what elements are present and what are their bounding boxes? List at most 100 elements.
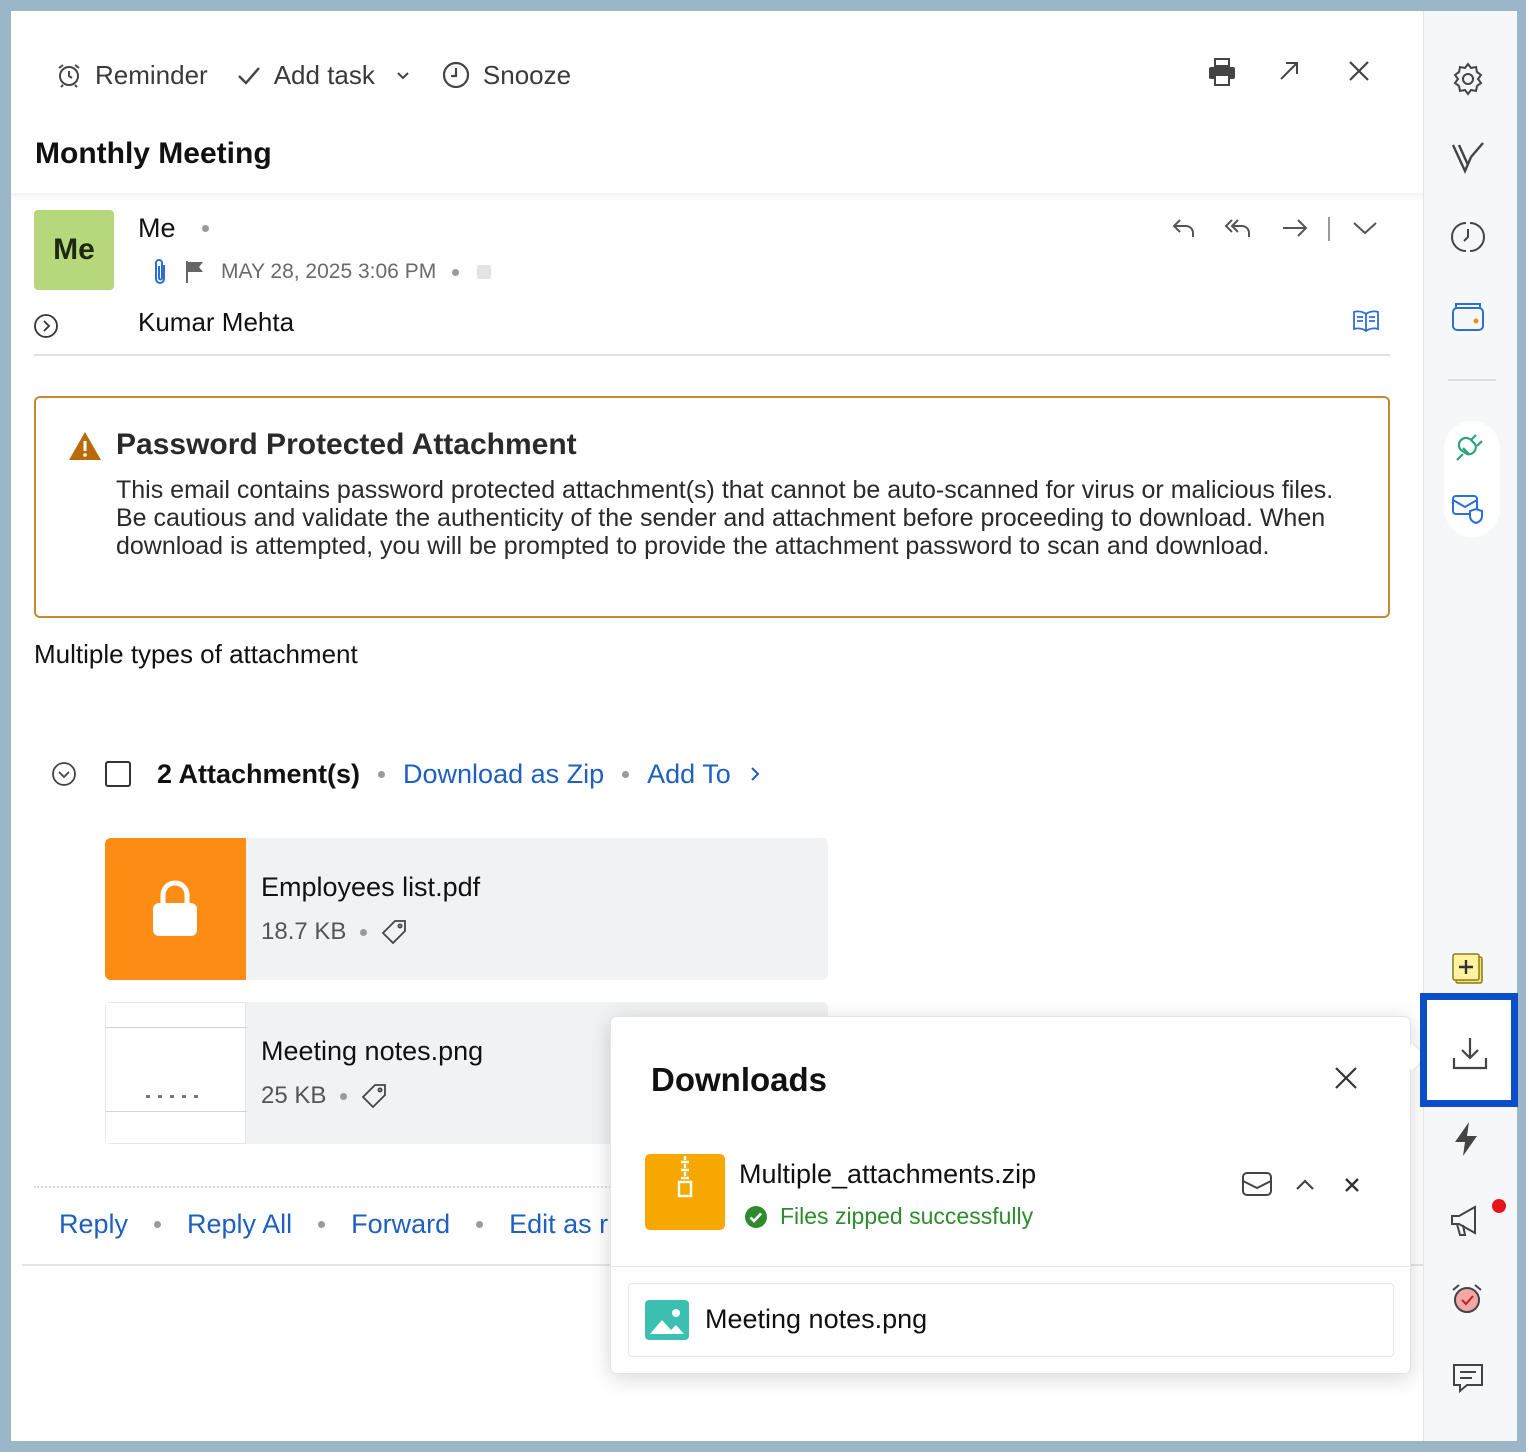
attachment-size-row: 25 KB xyxy=(261,1082,387,1110)
mail-toolbar: Reminder Add task Snooze xyxy=(55,55,599,95)
download-status: Files zipped successfully xyxy=(744,1203,1033,1230)
collapse-attachments-icon[interactable] xyxy=(51,761,77,787)
attachment-name: Employees list.pdf xyxy=(261,872,481,902)
lock-icon xyxy=(152,879,198,937)
separator-dot xyxy=(476,1221,484,1228)
attachment-card[interactable]: Employees list.pdf 18.7 KB xyxy=(105,838,828,980)
tag-icon[interactable] xyxy=(361,1083,387,1109)
print-icon[interactable] xyxy=(1207,57,1237,87)
warning-message: This email contains password protected a… xyxy=(116,476,1334,560)
plugin-icon[interactable] xyxy=(1450,431,1486,467)
email-date: MAY 28, 2025 3:06 PM xyxy=(221,260,437,283)
snooze-button[interactable]: Snooze xyxy=(441,60,571,91)
zia-logo-icon[interactable] xyxy=(1450,139,1486,175)
chevron-right-icon[interactable] xyxy=(749,766,761,782)
expand-icon[interactable] xyxy=(1277,59,1301,83)
separator-dot xyxy=(340,1092,348,1100)
locked-file-thumbnail xyxy=(105,838,246,980)
attachment-size: 18.7 KB xyxy=(261,918,347,945)
reminder-label: Reminder xyxy=(95,59,208,90)
add-to-link[interactable]: Add To xyxy=(647,759,731,790)
action-divider xyxy=(1328,217,1330,241)
rail-divider xyxy=(1448,379,1496,381)
download-zip-link[interactable]: Download as Zip xyxy=(403,759,604,790)
status-dot xyxy=(201,225,209,232)
sync-circle-icon[interactable] xyxy=(1450,219,1486,255)
chat-icon[interactable] xyxy=(1451,1361,1485,1395)
checkmark-icon xyxy=(236,62,262,88)
reply-all-icon[interactable] xyxy=(1224,215,1254,241)
download-tray-icon xyxy=(1452,1036,1488,1070)
add-task-dropdown[interactable] xyxy=(395,67,411,83)
download-file-name: Meeting notes.png xyxy=(705,1304,928,1334)
recipient-name[interactable]: Kumar Mehta xyxy=(138,307,294,338)
email-subject: Monthly Meeting xyxy=(35,137,272,170)
image-thumbnail xyxy=(105,1002,247,1144)
download-status-text: Files zipped successfully xyxy=(780,1203,1034,1229)
warning-title: Password Protected Attachment xyxy=(116,428,577,461)
more-actions-chevron-icon[interactable] xyxy=(1352,219,1378,237)
announcement-icon[interactable] xyxy=(1449,1203,1485,1239)
close-icon[interactable] xyxy=(1347,59,1371,83)
avatar[interactable]: Me xyxy=(34,210,114,290)
label-tag-icon[interactable] xyxy=(477,265,492,279)
paperclip-icon xyxy=(151,257,169,287)
zip-icon xyxy=(645,1154,725,1230)
remove-download-icon[interactable] xyxy=(1344,1177,1360,1193)
lightning-icon[interactable] xyxy=(1451,1121,1481,1157)
expand-recipients-icon[interactable] xyxy=(33,313,59,339)
subject-divider xyxy=(11,193,1423,201)
separator-dot xyxy=(154,1221,162,1228)
sender-name[interactable]: Me xyxy=(138,213,176,244)
email-body: Multiple types of attachment xyxy=(34,639,358,669)
reply-actions-bar: Reply Reply All Forward Edit as r xyxy=(59,1209,608,1240)
settings-gear-icon[interactable] xyxy=(1450,61,1486,97)
clock-icon xyxy=(441,60,471,90)
add-task-button[interactable]: Add task xyxy=(236,60,375,91)
separator-dot xyxy=(318,1221,326,1228)
separator-dot xyxy=(378,770,386,778)
attachment-size-row: 18.7 KB xyxy=(261,918,407,946)
app-window: Reminder Add task Snooze Monthly Meeting… xyxy=(11,11,1518,1441)
download-item[interactable]: Meeting notes.png xyxy=(628,1283,1394,1357)
reminder-button[interactable]: Reminder xyxy=(55,60,208,91)
warning-triangle-icon xyxy=(68,431,102,461)
forward-icon[interactable] xyxy=(1281,215,1309,241)
wallet-icon[interactable] xyxy=(1450,299,1486,335)
email-attach-icon[interactable] xyxy=(1242,1172,1272,1196)
attachment-name: Meeting notes.png xyxy=(261,1036,484,1066)
add-task-label: Add task xyxy=(273,59,375,90)
forward-link[interactable]: Forward xyxy=(351,1209,450,1240)
alarm-clock-icon xyxy=(55,61,83,89)
notification-badge xyxy=(1492,1199,1506,1213)
sender-row: Me xyxy=(138,213,209,244)
downloads-title: Downloads xyxy=(651,1061,828,1098)
reply-icon[interactable] xyxy=(1171,215,1197,241)
select-all-checkbox[interactable] xyxy=(105,761,131,787)
reply-link[interactable]: Reply xyxy=(59,1209,128,1240)
reading-mode-book-icon[interactable] xyxy=(1352,309,1380,333)
reply-divider xyxy=(34,1186,614,1188)
chevron-up-icon[interactable] xyxy=(1295,1177,1315,1191)
reply-all-link[interactable]: Reply All xyxy=(187,1209,292,1240)
header-divider xyxy=(34,354,1390,356)
chevron-down-icon xyxy=(395,67,411,83)
attachments-bar: 2 Attachment(s) Download as Zip Add To xyxy=(51,756,761,792)
close-downloads-icon[interactable] xyxy=(1333,1065,1359,1091)
downloads-divider xyxy=(611,1266,1412,1267)
downloads-button[interactable] xyxy=(1420,993,1518,1107)
email-meta: MAY 28, 2025 3:06 PM xyxy=(151,257,492,287)
flag-icon[interactable] xyxy=(185,260,205,284)
mail-shield-icon[interactable] xyxy=(1450,491,1486,527)
downloads-panel: Downloads Multiple_attachments.zip Files… xyxy=(610,1016,1412,1374)
attachment-size: 25 KB xyxy=(261,1082,327,1109)
download-file-name[interactable]: Multiple_attachments.zip xyxy=(739,1159,1036,1190)
success-check-icon xyxy=(744,1205,768,1229)
mail-reader: Reminder Add task Snooze Monthly Meeting… xyxy=(11,11,1428,1441)
meta-dot xyxy=(452,268,460,276)
add-note-icon[interactable] xyxy=(1450,951,1486,987)
image-icon xyxy=(645,1300,689,1340)
tag-icon[interactable] xyxy=(381,919,407,945)
alarm-icon[interactable] xyxy=(1449,1281,1485,1317)
edit-as-new-link[interactable]: Edit as r xyxy=(509,1209,608,1240)
